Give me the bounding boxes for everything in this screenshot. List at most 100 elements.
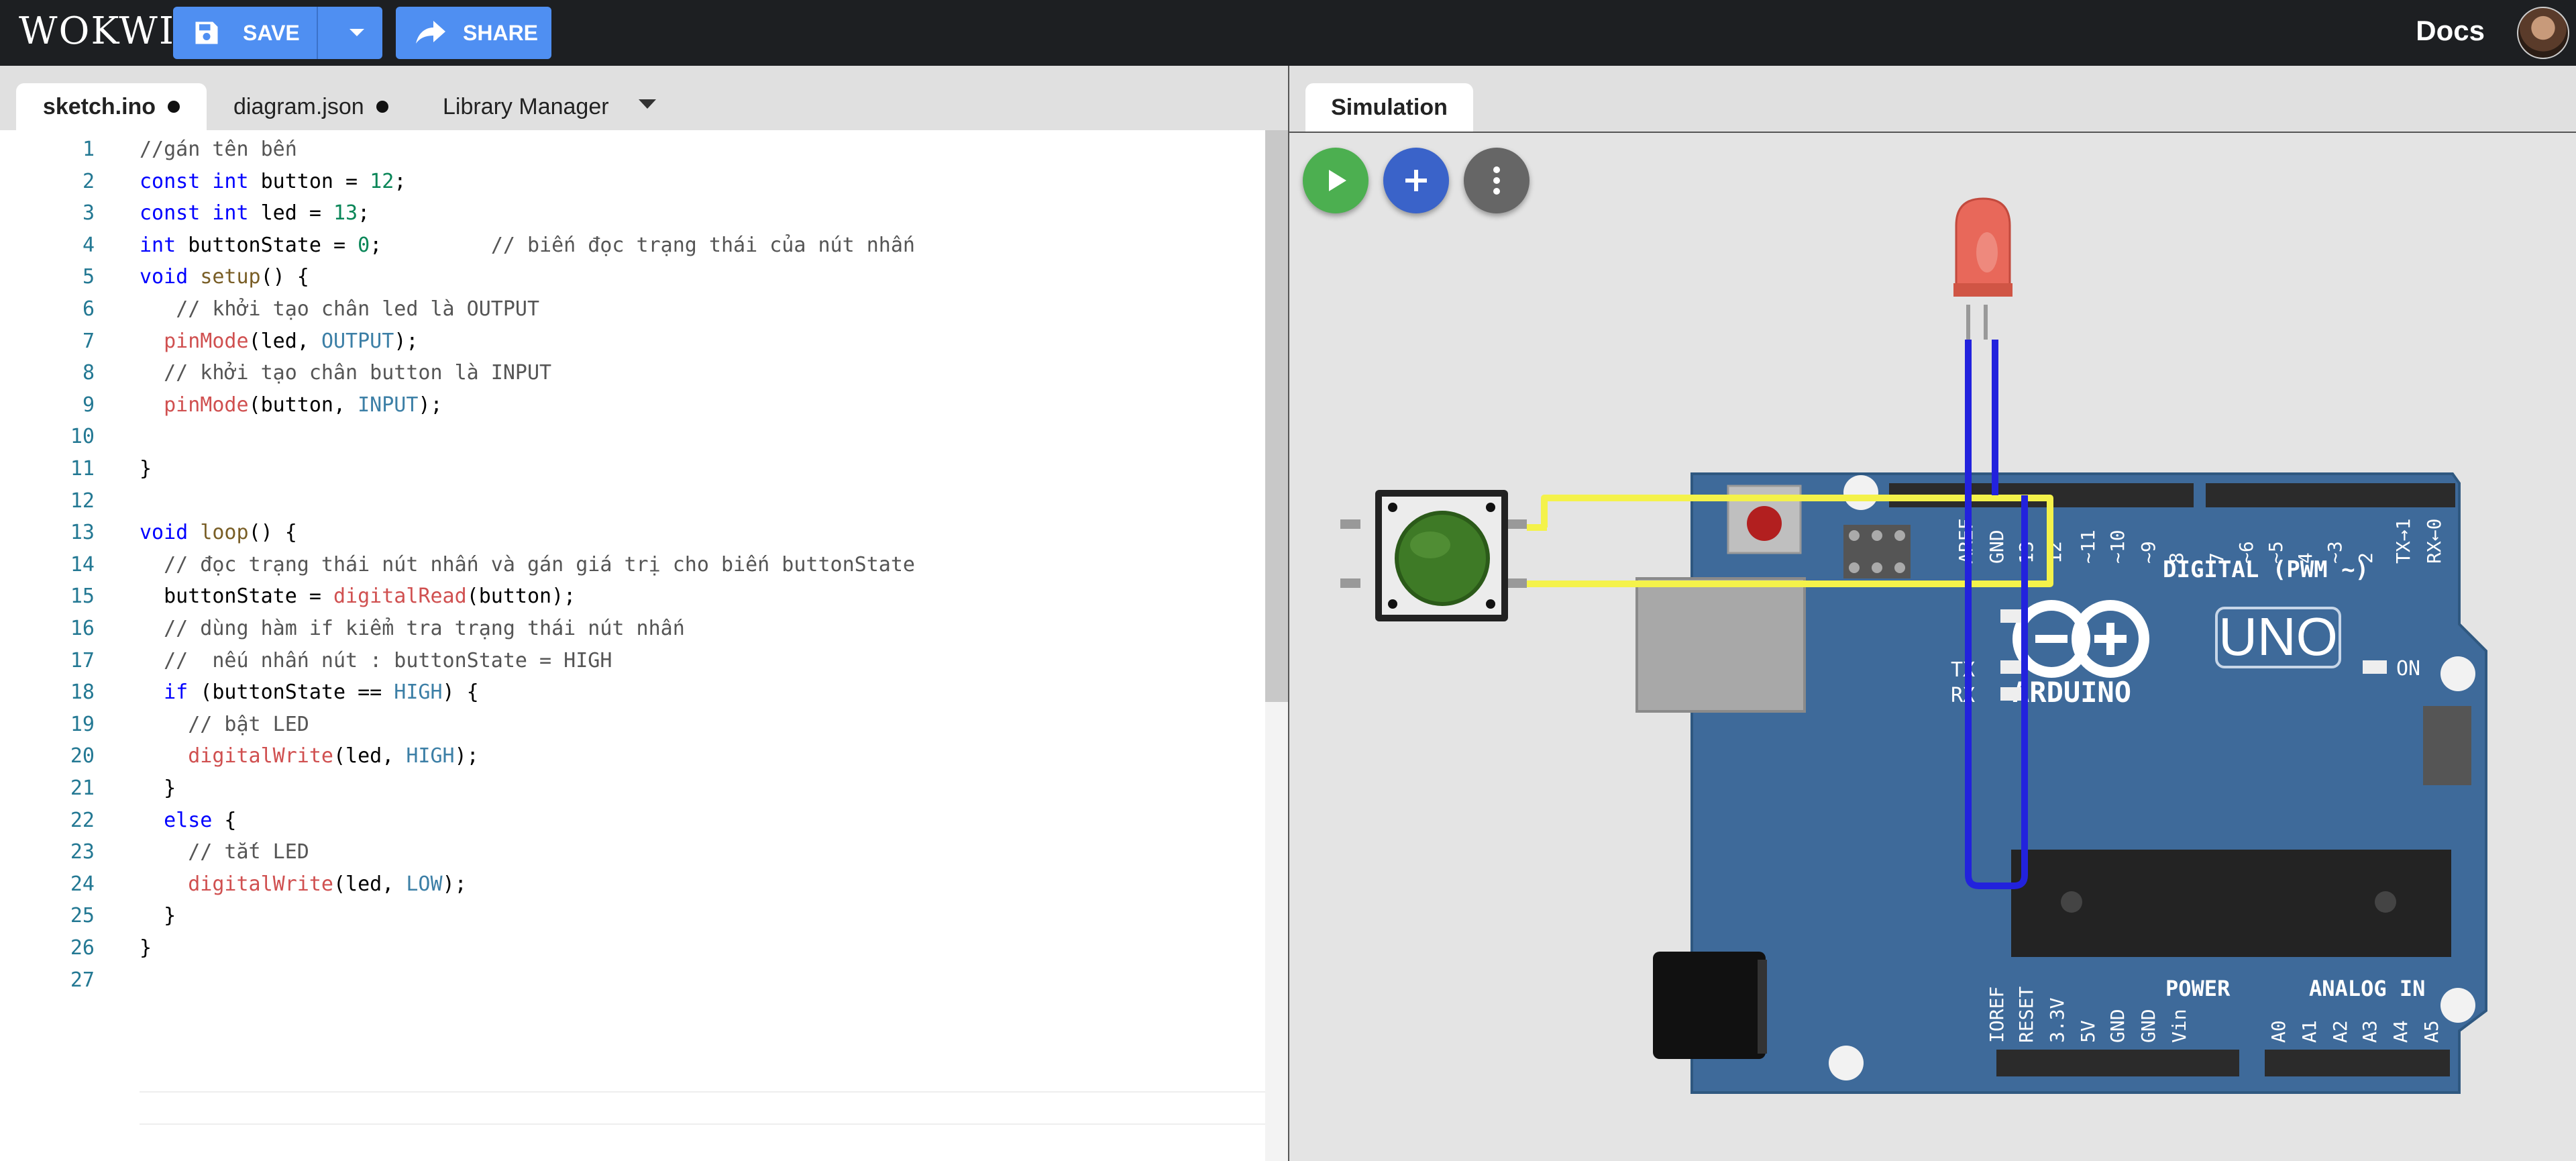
line-number: 12 xyxy=(70,489,95,513)
arduino-uno-board[interactable]: UNO ARDUINO ON TX RX DIGITAL (PWM ~) POW… xyxy=(1635,472,2487,1094)
code-editor[interactable]: 1 //gán tên bến 2 const int button = 12; 3 co… xyxy=(0,130,1265,1161)
line-number: 22 xyxy=(70,808,95,832)
share-button[interactable]: SHARE xyxy=(396,7,551,59)
code-line[interactable]: 4 int buttonState = 0; // biến đọc trạng … xyxy=(0,230,1265,261)
code-line[interactable]: 2 const int button = 12; xyxy=(0,166,1265,197)
tab-label: Library Manager xyxy=(443,93,609,119)
power-jack xyxy=(1653,952,1766,1059)
unsaved-dot-icon xyxy=(168,101,180,113)
tab-simulation[interactable]: Simulation xyxy=(1305,83,1473,132)
line-number: 26 xyxy=(70,936,95,960)
power-header xyxy=(1996,1050,2239,1076)
code-line[interactable]: 3 const int led = 13; xyxy=(0,197,1265,229)
start-simulation-button[interactable] xyxy=(1303,148,1368,213)
unsaved-dot-icon xyxy=(376,101,388,113)
tab-library-manager[interactable]: Library Manager xyxy=(443,83,609,130)
play-icon xyxy=(1329,170,1346,191)
tab-sketch-ino[interactable]: sketch.ino xyxy=(16,83,207,130)
code-line[interactable]: 20 digitalWrite(led, HIGH); xyxy=(0,740,1265,772)
more-options-button[interactable] xyxy=(1464,148,1529,213)
line-number: 2 xyxy=(82,169,95,193)
pin-label: A2 xyxy=(2329,1020,2351,1043)
tabs-menu-chevron-icon[interactable] xyxy=(639,99,656,109)
code-line[interactable]: 6 // khởi tạo chân led là OUTPUT xyxy=(0,293,1265,325)
code-line[interactable]: 19 // bật LED xyxy=(0,709,1265,740)
board-name: UNO xyxy=(2218,607,2338,666)
code-text: int buttonState = 0; // biến đọc trạng t… xyxy=(140,233,915,257)
line-number: 21 xyxy=(70,776,95,800)
code-line[interactable]: 17 // nếu nhấn nút : buttonState = HIGH xyxy=(0,645,1265,676)
code-line[interactable]: 16 // dùng hàm if kiểm tra trạng thái nú… xyxy=(0,613,1265,644)
line-number: 9 xyxy=(82,393,95,417)
circuit-diagram: UNO ARDUINO ON TX RX DIGITAL (PWM ~) POW… xyxy=(1340,197,2487,1094)
code-line[interactable]: 18 if (buttonState == HIGH) { xyxy=(0,676,1265,708)
code-line[interactable]: 15 buttonState = digitalRead(button); xyxy=(0,580,1265,612)
floppy-disk-icon xyxy=(192,18,221,48)
code-text: void setup() { xyxy=(140,265,309,289)
wokwi-logo[interactable]: WOKWI xyxy=(19,9,175,53)
power-led xyxy=(2363,660,2387,674)
line-number: 7 xyxy=(82,329,95,353)
pin-label: 5V xyxy=(2077,1020,2099,1043)
more-vertical-icon xyxy=(1493,166,1500,195)
code-line[interactable]: 21 } xyxy=(0,772,1265,804)
on-label: ON xyxy=(2396,657,2420,680)
code-text: void loop() { xyxy=(140,521,297,545)
line-number: 5 xyxy=(82,265,95,289)
save-dropdown-chevron-icon[interactable] xyxy=(331,7,382,59)
user-avatar[interactable] xyxy=(2517,7,2569,59)
line-number: 16 xyxy=(70,617,95,640)
tab-label: diagram.json xyxy=(233,93,364,119)
pin-label: A0 xyxy=(2267,1020,2290,1043)
pin-label: GND xyxy=(1986,529,2008,564)
pin-label: ~6 xyxy=(2235,541,2257,564)
docs-link[interactable]: Docs xyxy=(2416,15,2485,47)
code-line[interactable]: 1 //gán tên bến xyxy=(0,134,1265,165)
red-led[interactable] xyxy=(1953,197,2012,340)
code-text: // đọc trạng thái nút nhấn và gán giá tr… xyxy=(164,552,915,576)
pin-label: GND xyxy=(2106,1009,2129,1043)
tab-diagram-json[interactable]: diagram.json xyxy=(233,83,388,130)
top-bar: WOKWI SAVE SHARE Docs xyxy=(0,0,2576,66)
line-number: 14 xyxy=(70,552,95,576)
code-line[interactable]: 11} xyxy=(0,453,1265,485)
code-line[interactable]: 9 pinMode(button, INPUT); xyxy=(0,389,1265,421)
code-line[interactable]: 7 pinMode(led, OUTPUT); xyxy=(0,325,1265,357)
save-label: SAVE xyxy=(243,20,300,45)
pin-label: 2 xyxy=(2355,552,2377,564)
code-text: // khởi tạo chân button là INPUT xyxy=(164,361,552,385)
code-line[interactable]: 5 void setup() { xyxy=(0,261,1265,293)
code-line[interactable]: 14 // đọc trạng thái nút nhấn và gán giá… xyxy=(0,549,1265,580)
pin-label: RESET xyxy=(2015,987,2037,1043)
code-line[interactable]: 25 } xyxy=(0,900,1265,931)
code-text: } xyxy=(140,936,152,960)
code-line[interactable]: 13 void loop() { xyxy=(0,517,1265,548)
editor-scrollbar-thumb[interactable] xyxy=(1265,130,1288,702)
code-text: const int button = 12; xyxy=(140,169,407,193)
line-number: 1 xyxy=(82,138,95,161)
button-cap[interactable] xyxy=(1395,511,1490,606)
line-number: 10 xyxy=(70,425,95,449)
icsp-header xyxy=(1843,525,1911,578)
pin-label: 4 xyxy=(2294,552,2316,564)
share-arrow-icon xyxy=(413,19,447,46)
code-line[interactable]: 8 // khởi tạo chân button là INPUT xyxy=(0,357,1265,389)
code-text: // tắt LED xyxy=(188,840,309,864)
code-line[interactable]: 23 // tắt LED xyxy=(0,836,1265,868)
line-number: 19 xyxy=(70,712,95,736)
code-line[interactable]: 22 else { xyxy=(0,805,1265,836)
code-line[interactable]: 24 digitalWrite(led, LOW); xyxy=(0,868,1265,900)
digital-header-right xyxy=(2206,483,2455,507)
code-line[interactable]: 10 xyxy=(0,421,1265,452)
save-button[interactable]: SAVE xyxy=(173,7,382,59)
code-line[interactable]: 27 xyxy=(0,964,1265,996)
line-number: 25 xyxy=(70,904,95,928)
add-part-button[interactable] xyxy=(1383,148,1449,213)
pin-label: 8 xyxy=(2165,552,2188,564)
pushbutton[interactable] xyxy=(1340,490,1527,621)
code-line[interactable]: 12 xyxy=(0,485,1265,517)
line-number: 24 xyxy=(70,872,95,896)
pin-label: GND xyxy=(2137,1009,2159,1043)
pin-label: TX→1 xyxy=(2392,519,2414,564)
code-line[interactable]: 26} xyxy=(0,932,1265,964)
